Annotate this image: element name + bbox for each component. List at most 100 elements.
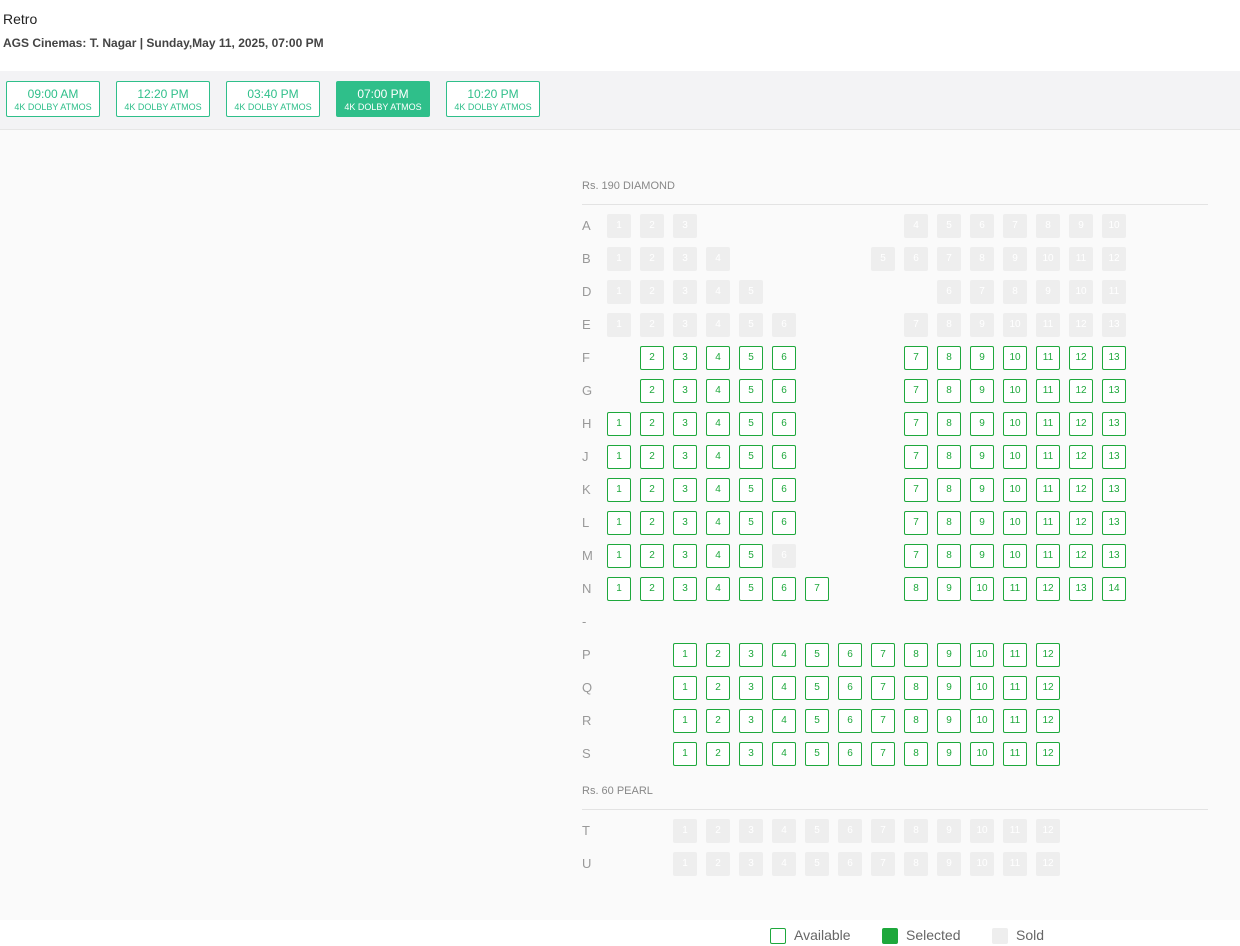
seat-available[interactable]: 11 <box>1003 709 1027 733</box>
seat-available[interactable]: 4 <box>772 676 796 700</box>
seat-available[interactable]: 10 <box>1003 544 1027 568</box>
seat-available[interactable]: 5 <box>805 742 829 766</box>
seat-available[interactable]: 2 <box>640 577 664 601</box>
seat-available[interactable]: 13 <box>1102 478 1126 502</box>
seat-available[interactable]: 12 <box>1069 511 1093 535</box>
showtime-button[interactable]: 07:00 PM 4K DOLBY ATMOS <box>336 81 430 117</box>
seat-available[interactable]: 5 <box>739 511 763 535</box>
seat-available[interactable]: 5 <box>739 412 763 436</box>
seat-available[interactable]: 13 <box>1102 544 1126 568</box>
seat-available[interactable]: 1 <box>607 544 631 568</box>
seat-available[interactable]: 11 <box>1036 445 1060 469</box>
seat-available[interactable]: 6 <box>772 346 796 370</box>
seat-available[interactable]: 1 <box>607 577 631 601</box>
seat-available[interactable]: 2 <box>640 511 664 535</box>
seat-available[interactable]: 9 <box>937 643 961 667</box>
seat-available[interactable]: 12 <box>1069 445 1093 469</box>
seat-available[interactable]: 9 <box>970 346 994 370</box>
seat-available[interactable]: 7 <box>805 577 829 601</box>
seat-available[interactable]: 13 <box>1102 346 1126 370</box>
seat-available[interactable]: 1 <box>673 709 697 733</box>
seat-available[interactable]: 11 <box>1003 577 1027 601</box>
seat-available[interactable]: 13 <box>1102 445 1126 469</box>
seat-available[interactable]: 14 <box>1102 577 1126 601</box>
seat-available[interactable]: 2 <box>640 445 664 469</box>
seat-available[interactable]: 3 <box>673 346 697 370</box>
seat-available[interactable]: 10 <box>1003 346 1027 370</box>
seat-available[interactable]: 9 <box>970 412 994 436</box>
seat-available[interactable]: 10 <box>970 643 994 667</box>
seat-available[interactable]: 7 <box>904 511 928 535</box>
seat-available[interactable]: 4 <box>706 511 730 535</box>
seat-available[interactable]: 13 <box>1069 577 1093 601</box>
seat-available[interactable]: 3 <box>739 709 763 733</box>
seat-available[interactable]: 10 <box>970 577 994 601</box>
seat-available[interactable]: 2 <box>640 478 664 502</box>
seat-available[interactable]: 6 <box>838 709 862 733</box>
showtime-button[interactable]: 12:20 PM 4K DOLBY ATMOS <box>116 81 210 117</box>
seat-available[interactable]: 9 <box>937 742 961 766</box>
seat-available[interactable]: 4 <box>706 577 730 601</box>
seat-available[interactable]: 2 <box>640 544 664 568</box>
seat-available[interactable]: 7 <box>904 412 928 436</box>
seat-available[interactable]: 8 <box>904 643 928 667</box>
seat-available[interactable]: 3 <box>673 445 697 469</box>
seat-available[interactable]: 13 <box>1102 412 1126 436</box>
seat-available[interactable]: 7 <box>871 643 895 667</box>
seat-available[interactable]: 5 <box>739 379 763 403</box>
seat-available[interactable]: 13 <box>1102 379 1126 403</box>
seat-available[interactable]: 12 <box>1036 577 1060 601</box>
seat-available[interactable]: 7 <box>904 544 928 568</box>
seat-available[interactable]: 12 <box>1036 676 1060 700</box>
seat-available[interactable]: 1 <box>607 445 631 469</box>
seat-available[interactable]: 5 <box>805 676 829 700</box>
seat-available[interactable]: 6 <box>772 577 796 601</box>
seat-available[interactable]: 11 <box>1036 544 1060 568</box>
seat-available[interactable]: 3 <box>739 676 763 700</box>
seat-available[interactable]: 12 <box>1069 346 1093 370</box>
seat-available[interactable]: 5 <box>739 544 763 568</box>
seat-available[interactable]: 10 <box>1003 445 1027 469</box>
seat-available[interactable]: 4 <box>706 379 730 403</box>
seat-available[interactable]: 11 <box>1036 379 1060 403</box>
seat-available[interactable]: 1 <box>607 478 631 502</box>
seat-available[interactable]: 10 <box>970 742 994 766</box>
seat-available[interactable]: 2 <box>640 412 664 436</box>
seat-available[interactable]: 7 <box>871 709 895 733</box>
seat-available[interactable]: 4 <box>706 346 730 370</box>
seat-available[interactable]: 10 <box>1003 511 1027 535</box>
seat-available[interactable]: 9 <box>937 577 961 601</box>
seat-available[interactable]: 9 <box>937 676 961 700</box>
seat-available[interactable]: 3 <box>673 379 697 403</box>
seat-available[interactable]: 8 <box>904 577 928 601</box>
seat-available[interactable]: 10 <box>1003 478 1027 502</box>
seat-available[interactable]: 7 <box>871 676 895 700</box>
seat-available[interactable]: 9 <box>970 511 994 535</box>
seat-available[interactable]: 3 <box>673 412 697 436</box>
showtime-button[interactable]: 10:20 PM 4K DOLBY ATMOS <box>446 81 540 117</box>
seat-available[interactable]: 8 <box>937 379 961 403</box>
seat-available[interactable]: 6 <box>772 511 796 535</box>
seat-available[interactable]: 2 <box>640 379 664 403</box>
seat-available[interactable]: 7 <box>904 346 928 370</box>
seat-available[interactable]: 7 <box>904 445 928 469</box>
seat-available[interactable]: 6 <box>772 478 796 502</box>
seat-available[interactable]: 8 <box>937 544 961 568</box>
seat-available[interactable]: 11 <box>1003 643 1027 667</box>
seat-available[interactable]: 8 <box>904 676 928 700</box>
seat-available[interactable]: 8 <box>904 742 928 766</box>
seat-available[interactable]: 5 <box>805 709 829 733</box>
seat-available[interactable]: 2 <box>706 709 730 733</box>
seat-available[interactable]: 11 <box>1036 346 1060 370</box>
seat-available[interactable]: 12 <box>1036 643 1060 667</box>
seat-available[interactable]: 6 <box>838 742 862 766</box>
seat-available[interactable]: 6 <box>772 412 796 436</box>
seat-available[interactable]: 4 <box>772 742 796 766</box>
seat-available[interactable]: 8 <box>937 346 961 370</box>
seat-available[interactable]: 9 <box>970 445 994 469</box>
seat-available[interactable]: 8 <box>937 445 961 469</box>
seat-available[interactable]: 12 <box>1069 379 1093 403</box>
seat-available[interactable]: 3 <box>673 511 697 535</box>
seat-available[interactable]: 1 <box>673 676 697 700</box>
seat-available[interactable]: 2 <box>640 346 664 370</box>
